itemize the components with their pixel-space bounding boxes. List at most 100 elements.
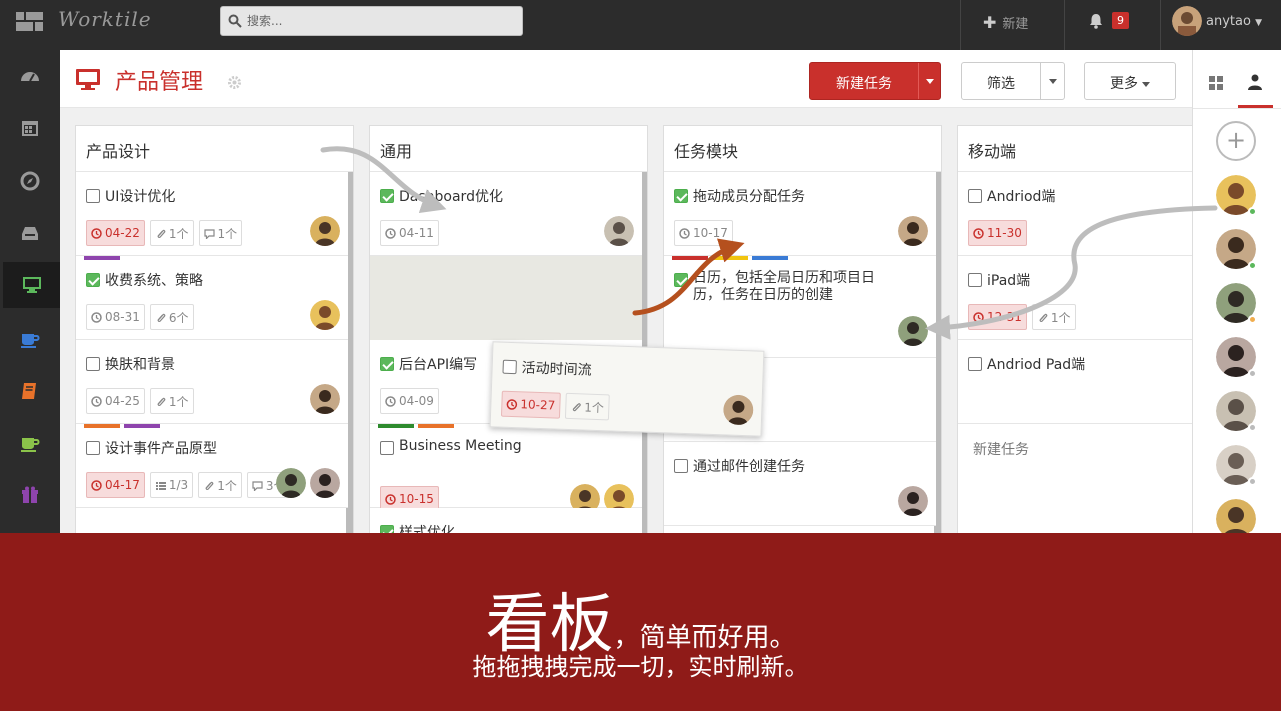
task-checkbox[interactable] — [674, 459, 688, 473]
task-title[interactable]: 设计事件产品原型 — [105, 438, 217, 458]
task-title[interactable]: 日历，包括全局日历和项目日历，任务在日历的创建 — [693, 270, 898, 304]
task-checkbox[interactable] — [502, 359, 517, 375]
user-icon[interactable] — [1248, 74, 1262, 90]
due-tag[interactable]: 12-31 — [968, 304, 1027, 330]
task-checkbox[interactable] — [86, 357, 100, 371]
notification-badge[interactable]: 9 — [1112, 12, 1129, 29]
member-avatar[interactable] — [1216, 175, 1257, 216]
sidebar-item-book[interactable] — [0, 368, 60, 414]
bell-icon[interactable] — [1088, 13, 1104, 29]
column-title[interactable]: 产品设计 — [86, 138, 150, 162]
task-title[interactable]: Business Meeting — [399, 438, 604, 455]
grid-icon[interactable] — [1209, 76, 1223, 90]
due-tag[interactable]: 04-17 — [86, 472, 145, 498]
new-task-button[interactable]: 新建任务 — [809, 62, 941, 100]
task-checkbox[interactable] — [968, 189, 982, 203]
kanban-column: 任务模块拖动成员分配任务 10-17 日历，包括全局日历和项目日历，任务在日历的创建… — [663, 125, 942, 533]
task-card[interactable]: Andriod Pad端 — [958, 340, 1230, 424]
task-title[interactable]: 样式优化 — [399, 522, 455, 533]
chevron-down-icon[interactable] — [926, 79, 934, 84]
gear-icon[interactable] — [228, 76, 241, 89]
task-card[interactable]: 设计事件产品原型 04-17 1/3 1个 3个 — [76, 424, 348, 508]
due-tag[interactable]: 10-27 — [500, 390, 561, 419]
task-checkbox[interactable] — [674, 273, 688, 287]
attach-tag[interactable]: 1个 — [564, 392, 610, 421]
task-card[interactable]: UI设计优化 04-22 1个 1个 — [76, 172, 348, 256]
check-tag[interactable]: 1/3 — [149, 472, 194, 498]
task-card[interactable]: 日历，包括全局日历和项目日历，任务在日历的创建 — [664, 256, 936, 358]
attach-tag[interactable]: 1个 — [198, 472, 242, 498]
task-title[interactable]: Dashboard优化 — [399, 186, 503, 206]
task-title[interactable]: 换肤和背景 — [105, 354, 175, 374]
comment-tag[interactable]: 1个 — [198, 220, 243, 246]
member-avatar[interactable] — [1216, 229, 1257, 270]
attach-tag[interactable]: 1个 — [1031, 304, 1076, 330]
task-checkbox[interactable] — [86, 189, 100, 203]
due-tag[interactable]: 04-11 — [380, 220, 439, 246]
task-card[interactable]: 换肤和背景 04-25 1个 — [76, 340, 348, 424]
member-avatar[interactable] — [1216, 391, 1257, 432]
new-task-link[interactable]: 新建任务 — [973, 439, 1029, 459]
task-title[interactable]: 活动时间流 — [521, 357, 592, 379]
task-card[interactable]: 样式优化 — [370, 508, 642, 533]
task-checkbox[interactable] — [380, 357, 394, 371]
more-button[interactable]: 更多 — [1084, 62, 1176, 100]
due-tag[interactable]: 08-31 — [86, 304, 145, 330]
task-checkbox[interactable] — [674, 189, 688, 203]
search-box[interactable] — [220, 6, 523, 36]
column-title[interactable]: 任务模块 — [674, 138, 738, 162]
attach-tag[interactable]: 1个 — [149, 388, 194, 414]
task-title[interactable]: 拖动成员分配任务 — [693, 186, 805, 206]
task-title[interactable]: 收费系统、策略 — [105, 270, 203, 290]
task-card[interactable]: 拖动成员分配任务 10-17 — [664, 172, 936, 256]
task-card[interactable]: Business Meeting 10-15 — [370, 424, 642, 514]
attach-tag[interactable]: 1个 — [149, 220, 194, 246]
task-title[interactable]: UI设计优化 — [105, 186, 175, 206]
task-checkbox[interactable] — [968, 357, 982, 371]
filter-button[interactable]: 筛选 — [961, 62, 1065, 100]
task-title[interactable]: Andriod Pad端 — [987, 354, 1085, 374]
task-card[interactable]: Andriod端 11-30 — [958, 172, 1230, 256]
task-title[interactable]: 通过邮件创建任务 — [693, 456, 805, 476]
task-title[interactable]: iPad端 — [987, 270, 1030, 290]
sidebar-item-cup[interactable] — [0, 420, 60, 466]
task-checkbox[interactable] — [968, 273, 982, 287]
sidebar-item-cup[interactable] — [0, 316, 60, 362]
task-title[interactable]: 后台API编写 — [399, 354, 477, 374]
logo-icon[interactable] — [16, 12, 43, 31]
sidebar-item-compass[interactable] — [0, 158, 60, 204]
kanban-column: 通用 Dashboard优化 04-11 后台API编写 04-09 Business M… — [369, 125, 648, 533]
task-card[interactable]: 通过邮件创建任务 — [664, 442, 936, 526]
chevron-down-icon[interactable] — [1049, 79, 1057, 84]
task-card[interactable]: Dashboard优化 04-11 — [370, 172, 642, 256]
sidebar-item-monitor[interactable] — [0, 262, 60, 308]
task-checkbox[interactable] — [86, 441, 100, 455]
task-card[interactable]: 收费系统、策略 08-31 6个 — [76, 256, 348, 340]
new-button[interactable]: ✚ 新建 — [983, 13, 1028, 32]
sidebar-item-calendar[interactable] — [0, 105, 60, 151]
add-member-button[interactable]: + — [1216, 121, 1256, 161]
task-checkbox[interactable] — [86, 273, 100, 287]
search-input[interactable] — [247, 11, 517, 31]
task-title[interactable]: Andriod端 — [987, 186, 1055, 206]
due-tag[interactable]: 04-25 — [86, 388, 145, 414]
task-checkbox[interactable] — [380, 441, 394, 455]
column-title[interactable]: 移动端 — [968, 138, 1016, 162]
app-logo-text[interactable]: Worktile — [58, 7, 152, 31]
attach-tag[interactable]: 6个 — [149, 304, 194, 330]
sidebar-item-dashboard[interactable] — [0, 54, 60, 100]
member-avatar[interactable] — [1216, 445, 1257, 486]
task-checkbox[interactable] — [380, 525, 394, 533]
task-card[interactable]: iPad端 12-31 1个 — [958, 256, 1230, 340]
column-title[interactable]: 通用 — [380, 138, 412, 162]
due-tag[interactable]: 04-22 — [86, 220, 145, 246]
dragging-task-card[interactable]: 活动时间流 10-27 1个 — [489, 341, 765, 437]
task-checkbox[interactable] — [380, 189, 394, 203]
sidebar-item-inbox[interactable] — [0, 210, 60, 256]
due-tag[interactable]: 11-30 — [968, 220, 1027, 246]
member-avatar[interactable] — [1216, 337, 1257, 378]
member-avatar[interactable] — [1216, 283, 1257, 324]
sidebar-item-gift[interactable] — [0, 472, 60, 518]
due-tag[interactable]: 10-17 — [674, 220, 733, 246]
due-tag[interactable]: 04-09 — [380, 388, 439, 414]
